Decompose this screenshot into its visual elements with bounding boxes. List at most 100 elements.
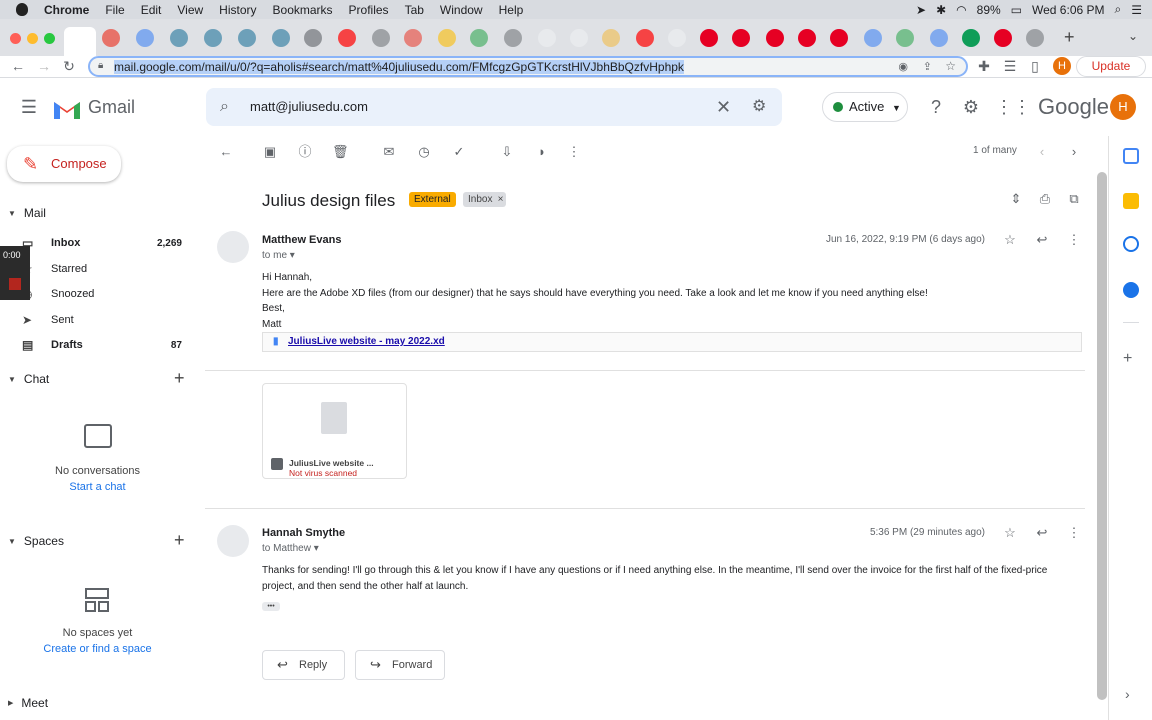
tab-favicon[interactable] xyxy=(470,29,488,47)
get-addons-plus-icon[interactable]: + xyxy=(1123,350,1132,368)
sender-name[interactable]: Hannah Smythe xyxy=(262,527,345,539)
recipient-dropdown[interactable]: to me ▾ xyxy=(262,250,295,261)
account-avatar[interactable]: H xyxy=(1110,94,1136,120)
address-bar[interactable]: 🔒︎ mail.google.com/mail/u/0/?q=aholis#se… xyxy=(88,56,968,77)
tab-favicon[interactable] xyxy=(668,29,686,47)
recording-widget[interactable]: 0:00 xyxy=(0,246,30,300)
scrollbar-thumb[interactable] xyxy=(1097,172,1107,700)
bookmark-star-icon[interactable]: ☆ xyxy=(945,59,956,73)
battery-icon[interactable]: ▭ xyxy=(1011,3,1022,17)
side-panel-icon[interactable]: ▯ xyxy=(1027,58,1043,74)
chat-section-header[interactable]: ▼ Chat xyxy=(8,372,49,386)
show-side-panel-icon[interactable]: › xyxy=(1125,686,1130,702)
snooze-icon[interactable]: ◷ xyxy=(416,144,432,160)
menu-edit[interactable]: Edit xyxy=(141,3,162,17)
tab-favicon[interactable] xyxy=(570,29,588,47)
menu-app[interactable]: Chrome xyxy=(44,3,89,17)
menu-history[interactable]: History xyxy=(219,3,256,17)
sender-avatar[interactable] xyxy=(217,231,249,263)
gmail-logo-icon[interactable] xyxy=(52,98,82,120)
tab-favicon[interactable] xyxy=(896,29,914,47)
next-page-icon[interactable]: › xyxy=(1066,144,1082,160)
tab-favicon[interactable] xyxy=(438,29,456,47)
sidebar-item-sent[interactable]: ➤ Sent xyxy=(0,308,200,333)
share-icon[interactable]: ⇪ xyxy=(923,60,932,73)
extensions-icon[interactable]: ✚ xyxy=(976,58,992,74)
attachment-link[interactable]: ▮ JuliusLive website - may 2022.xd xyxy=(262,332,1082,352)
location-icon[interactable]: ➤ xyxy=(916,3,926,17)
new-chat-plus-icon[interactable]: + xyxy=(174,368,185,389)
tab-favicon[interactable] xyxy=(338,29,356,47)
tab-favicon[interactable] xyxy=(636,29,654,47)
close-window-icon[interactable] xyxy=(10,33,21,44)
reading-list-icon[interactable]: ☰ xyxy=(1002,58,1018,74)
keep-icon[interactable] xyxy=(1123,193,1139,209)
menu-file[interactable]: File xyxy=(105,3,124,17)
url-text[interactable]: mail.google.com/mail/u/0/?q=aholis#searc… xyxy=(114,59,684,74)
sidebar-item-drafts[interactable]: ▤ Drafts 87 xyxy=(0,333,200,358)
tab-favicon[interactable] xyxy=(204,29,222,47)
tab-favicon[interactable] xyxy=(930,29,948,47)
menu-help[interactable]: Help xyxy=(499,3,524,17)
sidebar-item-inbox[interactable]: ▭ Inbox 2,269 xyxy=(0,231,200,256)
archive-icon[interactable]: ▣ xyxy=(262,144,278,160)
tab-favicon[interactable] xyxy=(798,29,816,47)
show-trimmed-content-button[interactable]: ••• xyxy=(262,602,280,611)
reply-icon[interactable]: ↩ xyxy=(1034,232,1050,248)
reply-button[interactable]: ↩ Reply xyxy=(262,650,345,680)
menu-window[interactable]: Window xyxy=(440,3,483,17)
print-icon[interactable]: ⎙ xyxy=(1037,191,1053,207)
tab-favicon[interactable] xyxy=(238,29,256,47)
tab-favicon[interactable] xyxy=(304,29,322,47)
tab-favicon[interactable] xyxy=(766,29,784,47)
back-icon[interactable]: ← xyxy=(10,58,26,74)
tab-favicon[interactable] xyxy=(602,29,620,47)
sidebar-item-starred[interactable]: ☆Starred xyxy=(0,257,200,282)
sender-avatar[interactable] xyxy=(217,525,249,557)
tab-search-icon[interactable]: ⌄ xyxy=(1128,29,1138,43)
delete-icon[interactable]: 🗑︎ xyxy=(332,144,349,160)
google-logo[interactable]: Google xyxy=(1038,94,1109,120)
settings-gear-icon[interactable]: ⚙ xyxy=(960,96,982,118)
message-more-icon[interactable]: ⋮ xyxy=(1066,232,1082,248)
more-options-icon[interactable]: ⋮ xyxy=(566,144,582,160)
main-menu-icon[interactable]: ☰ xyxy=(18,96,40,118)
inbox-badge[interactable]: Inbox × xyxy=(463,192,507,207)
tab-favicon[interactable] xyxy=(136,29,154,47)
tab-favicon[interactable] xyxy=(830,29,848,47)
move-to-icon[interactable]: ⇩ xyxy=(499,144,515,160)
apps-grid-icon[interactable]: ⋮⋮ xyxy=(995,96,1031,118)
spaces-section-header[interactable]: ▼ Spaces xyxy=(8,534,64,548)
gmail-wordmark[interactable]: Gmail xyxy=(88,97,135,118)
attachment-card[interactable]: JuliusLive website ... Not virus scanned xyxy=(262,383,407,479)
menu-profiles[interactable]: Profiles xyxy=(349,3,389,17)
calendar-icon[interactable] xyxy=(1123,148,1139,164)
forward-icon[interactable]: → xyxy=(36,58,52,74)
star-icon[interactable]: ☆ xyxy=(1002,232,1018,248)
sender-name[interactable]: Matthew Evans xyxy=(262,234,341,246)
stop-recording-icon[interactable] xyxy=(9,278,21,290)
sidebar-item-snoozed[interactable]: ◷Snoozed xyxy=(0,282,200,307)
tasks-icon[interactable] xyxy=(1123,236,1139,252)
status-dropdown[interactable]: Active ▼ xyxy=(822,92,908,122)
reply-icon[interactable]: ↩ xyxy=(1034,525,1050,541)
contacts-icon[interactable] xyxy=(1123,282,1139,298)
expand-all-icon[interactable]: ⇕ xyxy=(1008,191,1024,207)
mail-section-header[interactable]: ▼ Mail xyxy=(8,206,46,220)
control-center-icon[interactable]: ☰ xyxy=(1131,3,1142,17)
tab-favicon[interactable] xyxy=(404,29,422,47)
tab-favicon[interactable] xyxy=(994,29,1012,47)
forward-button[interactable]: ↪ Forward xyxy=(355,650,445,680)
report-spam-icon[interactable]: ⓘ xyxy=(297,144,313,160)
tab-favicon[interactable] xyxy=(700,29,718,47)
recipient-dropdown[interactable]: to Matthew ▾ xyxy=(262,543,319,554)
tab-favicon[interactable] xyxy=(732,29,750,47)
profile-avatar[interactable]: H xyxy=(1053,57,1071,75)
tab-favicon[interactable] xyxy=(170,29,188,47)
tab-favicon[interactable] xyxy=(1026,29,1044,47)
update-button[interactable]: Update xyxy=(1076,56,1146,77)
tab-favicon[interactable] xyxy=(372,29,390,47)
tab-favicon[interactable] xyxy=(864,29,882,47)
clock[interactable]: Wed 6:06 PM xyxy=(1032,3,1104,17)
new-window-icon[interactable]: ⧉ xyxy=(1066,191,1082,207)
